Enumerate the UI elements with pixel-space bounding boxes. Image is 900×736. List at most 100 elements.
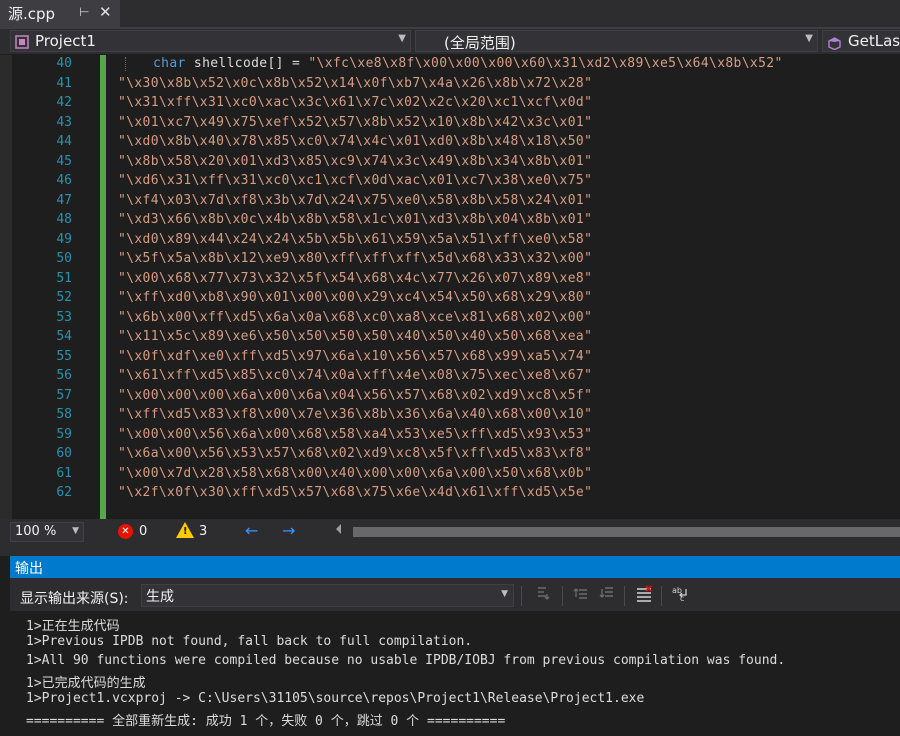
string-literal: "\xfc\xe8\x8f\x00\x00\x00\x60\x31\xd2\x8… (308, 56, 783, 71)
output-line: ========== 全部重新生成: 成功 1 个，失败 0 个，跳过 0 个 … (26, 714, 506, 729)
navigate-forward-icon[interactable]: → (282, 521, 295, 540)
output-line: 1>已完成代码的生成 (26, 676, 146, 691)
error-count[interactable]: 0 (139, 524, 147, 539)
line-number: 41 (56, 75, 72, 91)
output-source-value: 生成 (146, 589, 174, 605)
scope-dropdown[interactable]: (全局范围) ▼ (415, 30, 818, 52)
code-line[interactable]: "\x30\x8b\x52\x0c\x8b\x52\x14\x0f\xb7\x4… (118, 74, 592, 93)
keyword-token: char (153, 56, 186, 71)
code-editor[interactable]: 40 char shellcode[] = "\xfc\xe8\x8f\x00\x… (0, 55, 900, 519)
zoom-level: 100 % (15, 524, 57, 539)
string-literal: "\x0f\xdf\xe0\xff\xd5\x97\x6a\x10\x56\x5… (118, 348, 593, 364)
code-line[interactable]: "\xd0\x8b\x40\x78\x85\xc0\x74\x4c\x01\xd… (118, 132, 592, 151)
code-line[interactable]: "\xd6\x31\xff\x31\xc0\xc1\xcf\x0d\xac\x0… (118, 171, 592, 190)
string-literal: "\x00\x00\x00\x6a\x00\x6a\x04\x56\x57\x6… (118, 387, 593, 403)
code-line[interactable]: "\xff\xd0\xb8\x90\x01\x00\x00\x29\xc4\x5… (118, 288, 592, 307)
line-number: 53 (56, 309, 72, 325)
string-literal: "\x00\x7d\x28\x58\x68\x00\x40\x00\x00\x6… (118, 465, 593, 481)
string-literal: "\xd6\x31\xff\x31\xc0\xc1\xcf\x0d\xac\x0… (118, 173, 593, 188)
code-line[interactable]: "\x00\x7d\x28\x58\x68\x00\x40\x00\x00\x6… (118, 464, 592, 483)
scope-name: (全局范围) (444, 34, 516, 52)
string-literal: "\x61\xff\xd5\x85\xc0\x74\x0a\xff\x4e\x0… (118, 368, 593, 383)
member-dropdown[interactable]: GetLast (822, 30, 900, 52)
string-literal: "\x01\xc7\x49\x75\xef\x52\x57\x8b\x52\x1… (118, 114, 593, 130)
line-number: 48 (56, 212, 72, 227)
string-literal: "\x00\x68\x77\x73\x32\x5f\x54\x68\x4c\x7… (118, 270, 593, 286)
string-literal: "\x6b\x00\xff\xd5\x6a\x0a\x68\xc0\xa8\xc… (118, 309, 593, 325)
code-line[interactable]: "\x5f\x5a\x8b\x12\xe9\x80\xff\xff\xff\x5… (118, 249, 592, 268)
toolbar-separator (624, 586, 625, 606)
code-line[interactable]: "\x2f\x0f\x30\xff\xd5\x57\x68\x75\x6e\x4… (118, 483, 592, 502)
string-literal: "\x6a\x00\x56\x53\x57\x68\x02\xd9\xc8\x5… (118, 446, 593, 461)
go-to-message-icon[interactable] (532, 585, 554, 607)
project-icon (15, 34, 29, 49)
line-number: 47 (56, 192, 72, 208)
line-number: 51 (56, 270, 72, 286)
code-line[interactable]: "\xd3\x66\x8b\x0c\x4b\x8b\x58\x1c\x01\xd… (118, 210, 592, 229)
string-literal: "\x8b\x58\x20\x01\xd3\x85\xc9\x74\x3c\x4… (118, 153, 593, 169)
string-literal: "\x11\x5c\x89\xe6\x50\x50\x50\x50\x40\x5… (118, 329, 593, 344)
toolbar-separator (661, 586, 662, 606)
code-line[interactable]: "\x0f\xdf\xe0\xff\xd5\x97\x6a\x10\x56\x5… (118, 347, 592, 366)
error-icon[interactable]: ✕ (118, 524, 133, 539)
chevron-down-icon: ▼ (398, 33, 406, 44)
chevron-down-icon: ▼ (805, 33, 813, 44)
change-tracking-bar (100, 55, 106, 519)
code-line[interactable]: "\x6a\x00\x56\x53\x57\x68\x02\xd9\xc8\x5… (118, 444, 592, 463)
warning-count[interactable]: 3 (199, 524, 207, 539)
clear-all-icon[interactable] (633, 585, 655, 607)
string-literal: "\xf4\x03\x7d\xf8\x3b\x7d\x24\x75\xe0\x5… (118, 192, 593, 208)
code-line[interactable]: "\xf4\x03\x7d\xf8\x3b\x7d\x24\x75\xe0\x5… (118, 191, 592, 210)
code-line[interactable]: char shellcode[] = "\xfc\xe8\x8f\x00\x00… (153, 55, 783, 73)
line-number: 59 (56, 426, 72, 442)
toolbar-separator (521, 586, 522, 606)
line-number: 49 (56, 231, 72, 247)
code-line[interactable]: "\x00\x00\x56\x6a\x00\x68\x58\xa4\x53\xe… (118, 425, 592, 444)
zoom-dropdown[interactable]: 100 % ▼ (10, 522, 84, 542)
output-line: 1>正在生成代码 (26, 619, 120, 634)
toolbar-separator (562, 586, 563, 606)
word-wrap-icon[interactable]: ab c (670, 585, 692, 607)
code-line[interactable]: "\x31\xff\x31\xc0\xac\x3c\x61\x7c\x02\x2… (118, 93, 592, 112)
indent-guide (125, 57, 126, 71)
warning-mark: ! (183, 526, 188, 537)
output-source-dropdown[interactable]: 生成 ▼ (141, 584, 514, 607)
navigate-back-icon[interactable]: ← (245, 521, 258, 540)
code-line[interactable]: "\x61\xff\xd5\x85\xc0\x74\x0a\xff\x4e\x0… (118, 366, 592, 385)
scroll-left-icon[interactable] (336, 524, 341, 534)
panel-splitter[interactable] (0, 546, 900, 556)
previous-message-icon[interactable] (570, 585, 592, 607)
document-tab-bar (0, 0, 900, 27)
output-text-area[interactable]: 1>正在生成代码 1>Previous IPDB not found, fall … (10, 611, 900, 736)
code-line[interactable]: "\x11\x5c\x89\xe6\x50\x50\x50\x50\x40\x5… (118, 327, 592, 346)
code-line[interactable]: "\x01\xc7\x49\x75\xef\x52\x57\x8b\x52\x1… (118, 113, 592, 132)
project-name: Project1 (35, 32, 96, 50)
project-dropdown[interactable]: Project1 ▼ (10, 30, 411, 52)
member-name: GetLast (848, 32, 900, 50)
horizontal-scrollbar-thumb[interactable] (353, 527, 900, 537)
output-line: 1>Previous IPDB not found, fall back to … (26, 634, 473, 649)
code-line[interactable]: "\x00\x00\x00\x6a\x00\x6a\x04\x56\x57\x6… (118, 386, 592, 405)
string-literal: "\x2f\x0f\x30\xff\xd5\x57\x68\x75\x6e\x4… (118, 485, 593, 500)
code-line[interactable]: "\xd0\x89\x44\x24\x24\x5b\x5b\x61\x59\x5… (118, 230, 592, 249)
tab-title[interactable]: 源.cpp (8, 3, 55, 24)
glyph-margin (0, 55, 12, 519)
string-literal: "\x31\xff\x31\xc0\xac\x3c\x61\x7c\x02\x2… (118, 95, 593, 110)
code-line[interactable]: "\x6b\x00\xff\xd5\x6a\x0a\x68\xc0\xa8\xc… (118, 308, 592, 327)
line-number: 43 (56, 114, 72, 130)
close-tab-icon[interactable]: ✕ (99, 3, 112, 21)
string-literal: "\x5f\x5a\x8b\x12\xe9\x80\xff\xff\xff\x5… (118, 251, 593, 266)
line-number: 54 (56, 329, 72, 344)
line-number: 42 (56, 95, 72, 110)
pin-icon[interactable]: ⊢ (79, 5, 89, 19)
code-line[interactable]: "\x8b\x58\x20\x01\xd3\x85\xc9\x74\x3c\x4… (118, 152, 592, 171)
line-number: 58 (56, 407, 72, 422)
code-line[interactable]: "\xff\xd5\x83\xf8\x00\x7e\x36\x8b\x36\x6… (118, 405, 592, 424)
method-cube-icon (828, 35, 841, 51)
line-number: 40 (56, 56, 72, 71)
string-literal: "\xd0\x8b\x40\x78\x85\xc0\x74\x4c\x01\xd… (118, 134, 593, 149)
code-line[interactable]: "\x00\x68\x77\x73\x32\x5f\x54\x68\x4c\x7… (118, 269, 592, 288)
output-panel-title: 输出 (15, 561, 43, 577)
line-number: 55 (56, 348, 72, 364)
next-message-icon[interactable] (596, 585, 618, 607)
